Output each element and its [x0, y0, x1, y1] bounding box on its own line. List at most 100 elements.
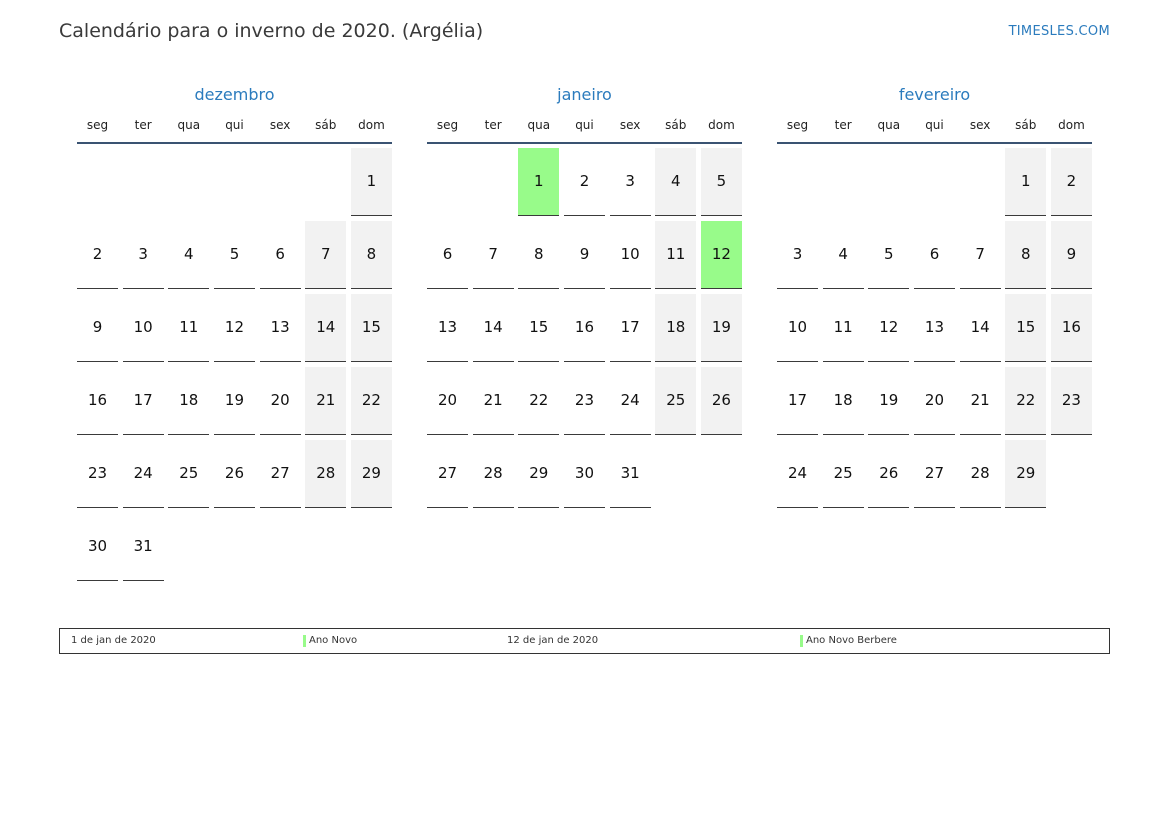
- weekday-label: sáb: [315, 118, 337, 132]
- day-cell: 13: [259, 294, 301, 362]
- day-cell: 1: [1005, 148, 1047, 216]
- day-cell: 7: [305, 221, 347, 289]
- day-cell: 6: [259, 221, 301, 289]
- empty-day-cell: [777, 148, 818, 216]
- day-cell: 30: [77, 513, 118, 581]
- legend-date: 1 de jan de 2020: [71, 635, 156, 646]
- empty-day-cell: [473, 148, 514, 216]
- month-name: fevereiro: [898, 85, 971, 104]
- legend-date: 12 de jan de 2020: [507, 635, 599, 646]
- day-cell: 29: [1005, 440, 1047, 508]
- day-cell: 6: [913, 221, 955, 289]
- day-cell: 10: [122, 294, 164, 362]
- day-cell: 21: [305, 367, 347, 435]
- day-cell: 28: [305, 440, 347, 508]
- empty-day-cell: [168, 148, 209, 216]
- month-calendar-janeiro: janeiro seg ter qua qui sex sáb dom 1234…: [427, 82, 742, 508]
- day-grid: 1 2 3 4 5 6 7 8 9 10 11 12 13 14 15 16 17 18 19 20 21 22 23 24 2…: [427, 148, 742, 508]
- empty-day-cell: [868, 148, 909, 216]
- day-cell: 19: [868, 367, 910, 435]
- weekday-header: seg ter qua qui sex sáb dom: [77, 118, 392, 144]
- weekday-label: qua: [177, 118, 201, 132]
- day-cell: 6: [427, 221, 468, 289]
- empty-day-cell: [914, 148, 955, 216]
- weekday-label: ter: [834, 118, 852, 132]
- day-cell: 24: [122, 440, 164, 508]
- day-cell: 4: [822, 221, 864, 289]
- day-cell: 12: [700, 221, 742, 289]
- day-cell: 8: [1005, 221, 1047, 289]
- weekday-label: qua: [527, 118, 551, 132]
- day-cell: 25: [822, 440, 864, 508]
- day-cell: 21: [472, 367, 514, 435]
- day-cell: 26: [868, 440, 910, 508]
- weekday-label: qui: [925, 118, 944, 132]
- weekday-label: dom: [708, 118, 735, 132]
- empty-day-cell: [260, 148, 301, 216]
- weekday-header: seg ter qua qui sex sáb dom: [427, 118, 742, 144]
- day-cell: 26: [213, 440, 255, 508]
- day-cell: 27: [913, 440, 955, 508]
- day-cell: 5: [700, 148, 742, 216]
- day-cell: 11: [822, 294, 864, 362]
- day-cell: 16: [1050, 294, 1092, 362]
- weekday-label: sex: [969, 118, 991, 132]
- empty-day-cell: [960, 148, 1001, 216]
- day-cell: 31: [122, 513, 164, 581]
- day-cell: 15: [1005, 294, 1047, 362]
- day-cell: 9: [563, 221, 605, 289]
- month-calendar-fevereiro: fevereiro seg ter qua qui sex sáb dom 12…: [777, 82, 1092, 508]
- day-grid: 1 2 3 4 5 6 7 8 9 10 11 12 13 14 15 16 17 18 19 20 21 22 23 24 2…: [777, 148, 1092, 508]
- day-cell: 28: [959, 440, 1001, 508]
- day-cell: 8: [518, 221, 560, 289]
- day-cell: 18: [168, 367, 210, 435]
- day-cell: 19: [700, 294, 742, 362]
- day-grid: 1 2 3 4 5 6 7 8 9 10 11 12 13 14 15 16 17 18 19 20 21 22 23 24 2…: [77, 148, 392, 581]
- day-cell: 23: [77, 440, 118, 508]
- empty-day-cell: [427, 148, 468, 216]
- legend-holiday-name: Ano Novo: [309, 635, 358, 646]
- day-cell: 17: [777, 367, 818, 435]
- day-cell: 2: [77, 221, 118, 289]
- day-cell: 1: [350, 148, 392, 216]
- day-cell: 20: [259, 367, 301, 435]
- day-cell: 14: [959, 294, 1001, 362]
- month-name: dezembro: [194, 85, 275, 104]
- empty-day-cell: [823, 148, 864, 216]
- day-cell: 1: [518, 148, 560, 216]
- empty-day-cell: [123, 148, 164, 216]
- day-cell: 4: [168, 221, 210, 289]
- weekday-label: qua: [877, 118, 901, 132]
- day-cell: 29: [518, 440, 560, 508]
- day-cell: 28: [472, 440, 514, 508]
- day-cell: 11: [655, 221, 697, 289]
- day-cell: 15: [518, 294, 560, 362]
- weekday-label: seg: [86, 118, 109, 132]
- day-cell: 9: [77, 294, 118, 362]
- legend-entry: Ano Novo: [303, 635, 358, 647]
- day-cell: 15: [350, 294, 392, 362]
- day-cell: 12: [213, 294, 255, 362]
- weekday-label: sex: [269, 118, 291, 132]
- day-cell: 26: [700, 367, 742, 435]
- day-cell: 11: [168, 294, 210, 362]
- day-cell: 16: [563, 294, 605, 362]
- day-cell: 3: [777, 221, 818, 289]
- day-cell: 7: [959, 221, 1001, 289]
- brand-link[interactable]: TIMESLES.COM: [1009, 24, 1110, 39]
- weekday-label: qui: [575, 118, 594, 132]
- day-cell: 14: [472, 294, 514, 362]
- day-cell: 9: [1050, 221, 1092, 289]
- day-cell: 21: [959, 367, 1001, 435]
- month-name: janeiro: [557, 85, 612, 104]
- day-cell: 20: [427, 367, 468, 435]
- day-cell: 19: [213, 367, 255, 435]
- day-cell: 22: [518, 367, 560, 435]
- day-cell: 25: [655, 367, 697, 435]
- legend-entry: Ano Novo Berbere: [800, 635, 897, 647]
- day-cell: 12: [868, 294, 910, 362]
- day-cell: 16: [77, 367, 118, 435]
- day-cell: 23: [1050, 367, 1092, 435]
- day-cell: 20: [913, 367, 955, 435]
- day-cell: 22: [350, 367, 392, 435]
